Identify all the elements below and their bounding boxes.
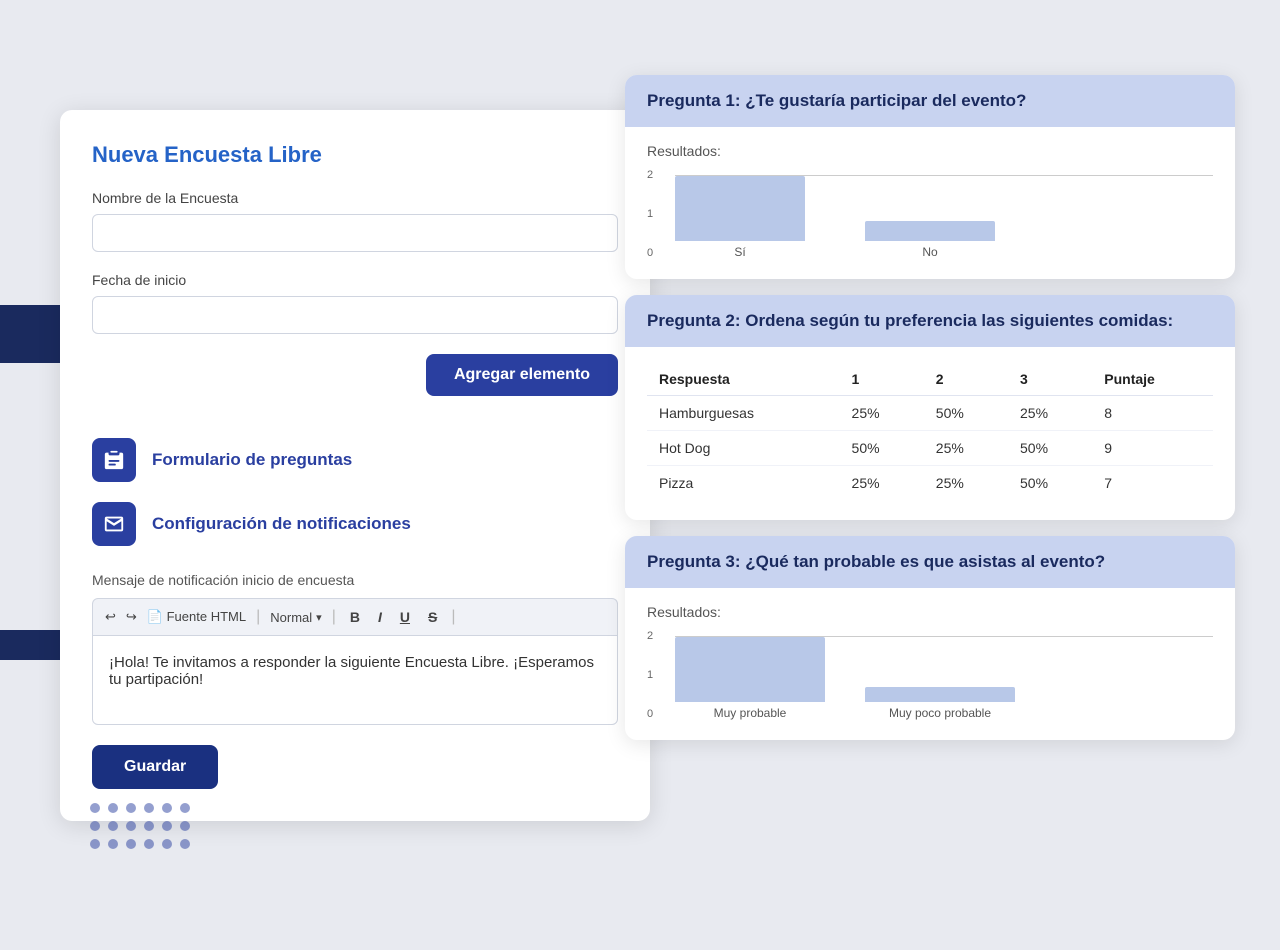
th-2: 2	[924, 363, 1008, 396]
q2-table: Respuesta 1 2 3 Puntaje Hamburguesas 25%…	[647, 363, 1213, 500]
result-card-q1: Pregunta 1: ¿Te gustaría participar del …	[625, 75, 1235, 279]
bar-muy-poco-probable: Muy poco probable	[865, 687, 1015, 720]
dots-decoration	[90, 803, 192, 851]
th-3: 3	[1008, 363, 1092, 396]
underline-button[interactable]: U	[396, 607, 414, 627]
result-card-q3: Pregunta 3: ¿Qué tan probable es que asi…	[625, 536, 1235, 740]
td-r0-0: Hamburguesas	[647, 396, 840, 431]
clipboard-icon	[92, 438, 136, 482]
panel-title: Nueva Encuesta Libre	[92, 142, 618, 168]
td-r1-1: 50%	[840, 431, 924, 466]
format-dropdown[interactable]: Normal ▾	[270, 610, 321, 625]
bold-button[interactable]: B	[346, 607, 364, 627]
date-label: Fecha de inicio	[92, 272, 618, 288]
q3-body: Resultados: 2 1 0 Muy probable Muy poco …	[625, 588, 1235, 740]
td-r0-2: 50%	[924, 396, 1008, 431]
table-row: Hamburguesas 25% 50% 25% 8	[647, 396, 1213, 431]
bar-muy-poco-probable-label: Muy poco probable	[889, 706, 991, 720]
q1-title: Pregunta 1: ¿Te gustaría participar del …	[647, 91, 1213, 111]
q3-title: Pregunta 3: ¿Qué tan probable es que asi…	[647, 552, 1213, 572]
q2-body: Respuesta 1 2 3 Puntaje Hamburguesas 25%…	[625, 347, 1235, 520]
bar-muy-probable-rect	[675, 637, 825, 702]
italic-button[interactable]: I	[374, 607, 386, 627]
editor-content: ¡Hola! Te invitamos a responder la sigui…	[109, 654, 594, 688]
menu-item-notif[interactable]: Configuración de notificaciones	[92, 492, 618, 556]
date-input[interactable]	[92, 296, 618, 334]
bar-muy-probable-label: Muy probable	[714, 706, 787, 720]
menu-item-form[interactable]: Formulario de preguntas	[92, 428, 618, 492]
table-row: Pizza 25% 25% 50% 7	[647, 466, 1213, 501]
q3-results-label: Resultados:	[647, 604, 1213, 620]
format-value: Normal	[270, 610, 312, 625]
td-r0-4: 8	[1092, 396, 1213, 431]
bar-muy-poco-probable-rect	[865, 687, 1015, 702]
q3-header: Pregunta 3: ¿Qué tan probable es que asi…	[625, 536, 1235, 588]
menu-form-label: Formulario de preguntas	[152, 450, 352, 470]
q3-y-label-1: 1	[647, 669, 653, 681]
td-r1-0: Hot Dog	[647, 431, 840, 466]
q1-header: Pregunta 1: ¿Te gustaría participar del …	[625, 75, 1235, 127]
y-label-1: 1	[647, 208, 653, 220]
name-input[interactable]	[92, 214, 618, 252]
save-button[interactable]: Guardar	[92, 745, 218, 789]
left-panel: Nueva Encuesta Libre Nombre de la Encues…	[60, 110, 650, 821]
sep3: |	[451, 608, 455, 626]
y-label-0: 0	[647, 247, 653, 259]
q2-header: Pregunta 2: Ordena según tu preferencia …	[625, 295, 1235, 347]
menu-section: Formulario de preguntas Configuración de…	[92, 428, 618, 556]
td-r0-3: 25%	[1008, 396, 1092, 431]
y-label-2: 2	[647, 169, 653, 181]
th-puntaje: Puntaje	[1092, 363, 1213, 396]
menu-notif-label: Configuración de notificaciones	[152, 514, 411, 534]
q3-y-label-2: 2	[647, 630, 653, 642]
table-row: Hot Dog 50% 25% 50% 9	[647, 431, 1213, 466]
th-respuesta: Respuesta	[647, 363, 840, 396]
redo-button[interactable]: ↪	[126, 609, 137, 625]
td-r2-2: 25%	[924, 466, 1008, 501]
q1-results-label: Resultados:	[647, 143, 1213, 159]
bar-si-label: Sí	[734, 245, 745, 259]
td-r1-2: 25%	[924, 431, 1008, 466]
strikethrough-button[interactable]: S	[424, 607, 441, 627]
right-panels: Pregunta 1: ¿Te gustaría participar del …	[625, 75, 1235, 740]
undo-button[interactable]: ↩	[105, 609, 116, 625]
q3-y-label-0: 0	[647, 708, 653, 720]
td-r0-1: 25%	[840, 396, 924, 431]
td-r1-3: 50%	[1008, 431, 1092, 466]
editor-body[interactable]: ¡Hola! Te invitamos a responder la sigui…	[92, 635, 618, 725]
bar-muy-probable: Muy probable	[675, 637, 825, 720]
q1-body: Resultados: 2 1 0 Sí No	[625, 127, 1235, 279]
add-element-button[interactable]: Agregar elemento	[426, 354, 618, 396]
notif-message-label: Mensaje de notificación inicio de encues…	[92, 572, 618, 588]
th-1: 1	[840, 363, 924, 396]
chevron-down-icon: ▾	[316, 611, 322, 624]
result-card-q2: Pregunta 2: Ordena según tu preferencia …	[625, 295, 1235, 520]
td-r2-3: 50%	[1008, 466, 1092, 501]
td-r2-0: Pizza	[647, 466, 840, 501]
q2-title: Pregunta 2: Ordena según tu preferencia …	[647, 311, 1213, 331]
td-r2-4: 7	[1092, 466, 1213, 501]
html-source-button[interactable]: 📄 Fuente HTML	[147, 609, 246, 625]
sep1: |	[256, 608, 260, 626]
sep2: |	[332, 608, 336, 626]
bar-no-label: No	[922, 245, 937, 259]
bar-si: Sí	[675, 176, 805, 259]
envelope-icon	[92, 502, 136, 546]
bar-si-rect	[675, 176, 805, 241]
editor-toolbar: ↩ ↪ 📄 Fuente HTML | Normal ▾ | B I U S |	[92, 598, 618, 635]
name-label: Nombre de la Encuesta	[92, 190, 618, 206]
td-r2-1: 25%	[840, 466, 924, 501]
bar-no-rect	[865, 221, 995, 241]
td-r1-4: 9	[1092, 431, 1213, 466]
bar-no: No	[865, 221, 995, 259]
